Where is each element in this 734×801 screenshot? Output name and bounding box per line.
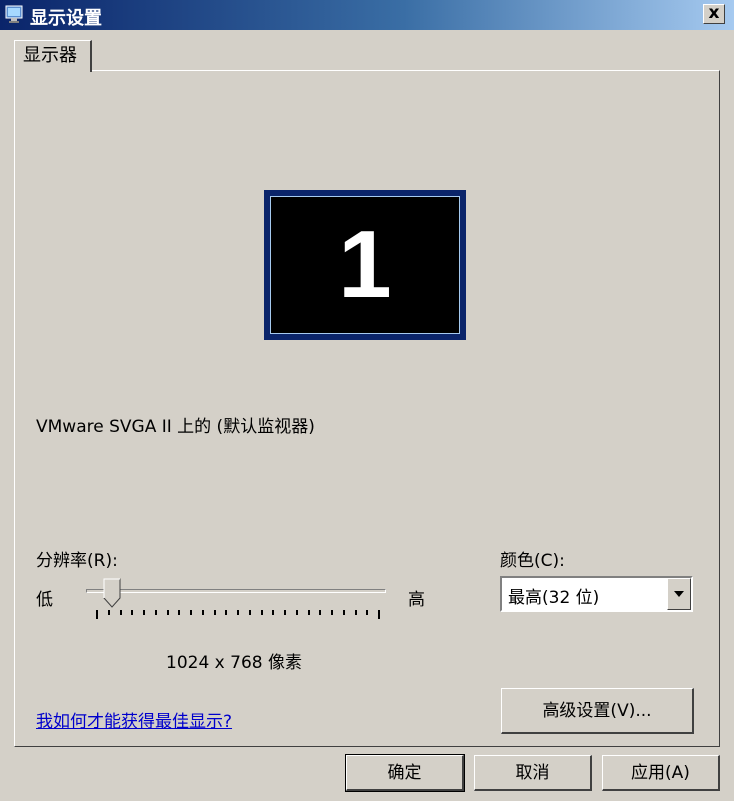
slider-tick xyxy=(366,610,368,615)
cancel-button-label: 取消 xyxy=(515,763,550,783)
advanced-settings-label: 高级设置(V)... xyxy=(542,701,652,721)
title-bar: 显示设置 x xyxy=(0,0,734,30)
slider-tick xyxy=(284,610,286,615)
slider-tick xyxy=(378,610,380,619)
color-label: 颜色(C): xyxy=(500,551,565,571)
color-select-value: 最高(32 位) xyxy=(508,588,600,608)
slider-tick xyxy=(225,610,227,615)
resolution-high-label: 高 xyxy=(408,590,425,610)
help-link[interactable]: 我如何才能获得最佳显示? xyxy=(36,707,232,732)
slider-tick xyxy=(249,610,251,615)
resolution-slider-thumb[interactable] xyxy=(103,578,121,608)
resolution-label: 分辨率(R): xyxy=(36,551,118,571)
slider-tick xyxy=(202,610,204,615)
slider-tick xyxy=(319,610,321,615)
tab-monitor[interactable]: 显示器 xyxy=(14,40,92,72)
slider-tick xyxy=(167,610,169,615)
apply-button-label: 应用(A) xyxy=(631,763,690,783)
slider-tick xyxy=(131,610,133,615)
close-icon: x xyxy=(708,3,720,23)
resolution-low-label: 低 xyxy=(36,590,53,610)
chevron-down-icon xyxy=(674,591,684,597)
monitor-number: 1 xyxy=(338,211,392,318)
slider-tick xyxy=(308,610,310,615)
slider-tick xyxy=(355,610,357,615)
close-button[interactable]: x xyxy=(703,4,725,24)
color-select[interactable]: 最高(32 位) xyxy=(500,576,693,612)
slider-tick xyxy=(214,610,216,615)
display-settings-icon xyxy=(5,5,23,23)
color-select-dropdown-button[interactable] xyxy=(667,578,691,610)
resolution-ticks xyxy=(96,610,386,620)
slider-tick xyxy=(343,610,345,615)
slider-tick xyxy=(96,610,98,619)
ok-button[interactable]: 确定 xyxy=(345,754,465,792)
tab-monitor-label: 显示器 xyxy=(23,45,77,66)
apply-button[interactable]: 应用(A) xyxy=(602,755,720,791)
slider-tick xyxy=(190,610,192,615)
resolution-value: 1024 x 768 像素 xyxy=(166,653,302,673)
slider-tick xyxy=(296,610,298,615)
monitor-description: VMware SVGA II 上的 (默认监视器) xyxy=(36,417,315,437)
resolution-slider-track[interactable] xyxy=(86,589,386,593)
slider-tick xyxy=(261,610,263,615)
monitor-preview[interactable]: 1 xyxy=(264,190,466,340)
advanced-settings-button[interactable]: 高级设置(V)... xyxy=(501,688,694,734)
slider-tick xyxy=(272,610,274,615)
slider-tick xyxy=(155,610,157,615)
slider-tick xyxy=(120,610,122,615)
slider-tick xyxy=(237,610,239,615)
monitor-screen: 1 xyxy=(270,196,460,334)
ok-button-label: 确定 xyxy=(387,763,422,783)
cancel-button[interactable]: 取消 xyxy=(474,755,592,791)
window-title: 显示设置 xyxy=(30,8,102,29)
slider-tick xyxy=(331,610,333,615)
slider-tick xyxy=(178,610,180,615)
tab-panel xyxy=(14,70,720,747)
slider-tick xyxy=(143,610,145,615)
slider-tick xyxy=(108,610,110,615)
